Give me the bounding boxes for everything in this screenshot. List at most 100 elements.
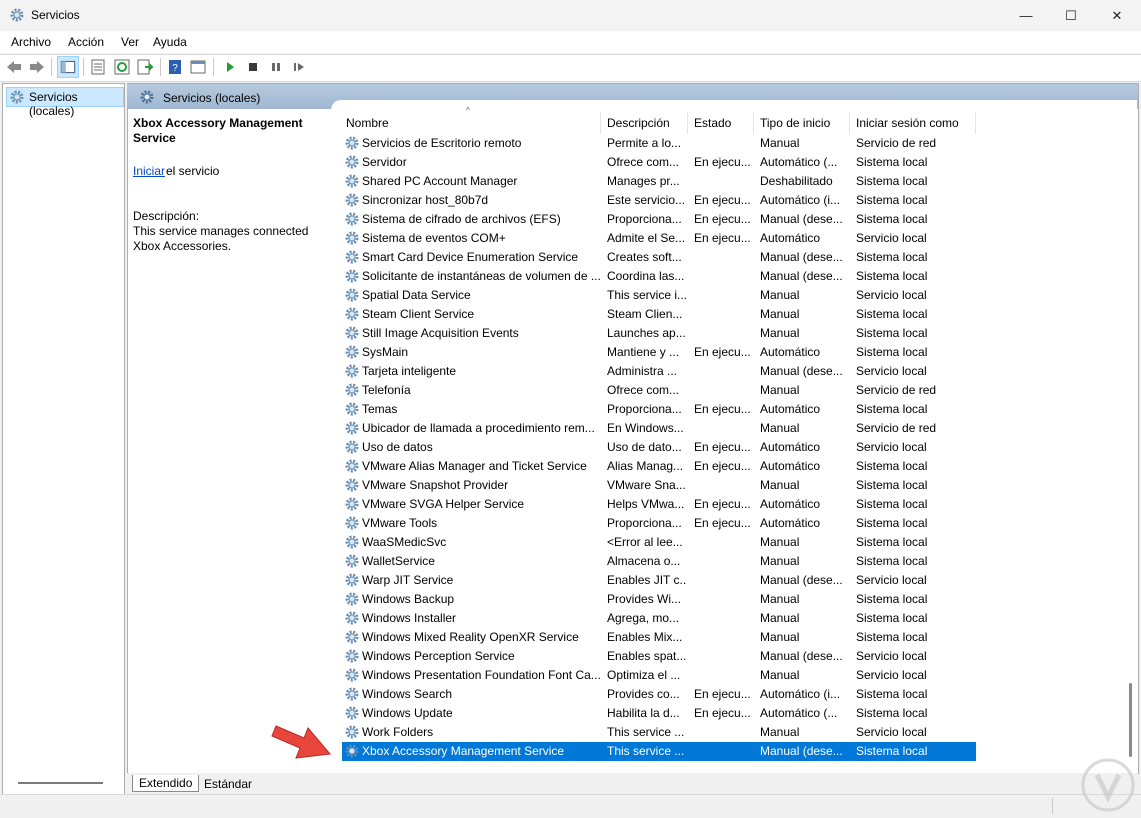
status-bar: [0, 794, 1141, 818]
gear-icon: [344, 572, 360, 588]
service-description: Optimiza el ...: [607, 668, 681, 682]
table-row[interactable]: Windows Backup Provides Wi... Manual Sistem…: [342, 590, 976, 609]
column-header-log-on-as[interactable]: Iniciar sesión como: [850, 112, 976, 134]
service-name: Steam Client Service: [362, 307, 475, 321]
red-pointer-arrow-icon: [271, 725, 331, 759]
service-startup-type: Manual: [760, 326, 800, 340]
table-row[interactable]: WalletService Almacena o... Manual Sistema …: [342, 552, 976, 571]
vertical-scrollbar-thumb[interactable]: [1129, 683, 1132, 757]
service-log-on-as: Sistema local: [856, 212, 928, 226]
table-row[interactable]: Telefonía Ofrece com... Manual Servicio de …: [342, 381, 976, 400]
console-window-icon[interactable]: [189, 58, 207, 76]
table-row[interactable]: Sincronizar host_80b7d Este servicio... En…: [342, 191, 976, 210]
table-row[interactable]: Windows Installer Agrega, mo... Manual Sist…: [342, 609, 976, 628]
service-log-on-as: Sistema local: [856, 459, 928, 473]
service-status: En ejecu...: [694, 687, 751, 701]
table-row[interactable]: VMware Snapshot Provider VMware Sna... Man…: [342, 476, 976, 495]
help-icon[interactable]: ?: [166, 58, 184, 76]
gear-icon: [344, 743, 360, 759]
close-button[interactable]: ✕: [1094, 0, 1140, 31]
menu-ayuda[interactable]: Ayuda: [153, 35, 187, 49]
forward-arrow-icon[interactable]: [28, 58, 46, 76]
refresh-icon[interactable]: [113, 58, 131, 76]
table-row[interactable]: VMware Tools Proporciona... En ejecu... Aut…: [342, 514, 976, 533]
properties-icon[interactable]: [89, 58, 107, 76]
table-row[interactable]: Windows Mixed Reality OpenXR Service Enab…: [342, 628, 976, 647]
status-bar-separator: [1052, 798, 1053, 814]
table-row[interactable]: Shared PC Account Manager Manages pr... De…: [342, 172, 976, 191]
service-log-on-as: Servicio local: [856, 725, 927, 739]
service-description: This service ...: [607, 725, 685, 739]
service-description: This service i...: [607, 288, 687, 302]
panel-title: Servicios (locales): [163, 91, 261, 105]
table-row[interactable]: SysMain Mantiene y ... En ejecu... Automáti…: [342, 343, 976, 362]
table-row[interactable]: Tarjeta inteligente Administra ... Manual …: [342, 362, 976, 381]
table-row[interactable]: Windows Search Provides co... En ejecu... A…: [342, 685, 976, 704]
view-tabs-bar: [127, 773, 1138, 793]
table-row[interactable]: Uso de datos Uso de dato... En ejecu... Aut…: [342, 438, 976, 457]
tab-standard[interactable]: Estándar: [198, 775, 258, 792]
service-name: VMware Tools: [362, 516, 438, 530]
table-row[interactable]: VMware Alias Manager and Ticket Service A…: [342, 457, 976, 476]
table-row[interactable]: Servidor Ofrece com... En ejecu... Automáti…: [342, 153, 976, 172]
gear-icon: [344, 135, 360, 151]
service-log-on-as: Sistema local: [856, 744, 928, 758]
column-header-name[interactable]: Nombre: [340, 112, 601, 134]
stop-service-icon[interactable]: [244, 58, 262, 76]
table-row[interactable]: Servicios de Escritorio remoto Permite a …: [342, 134, 976, 153]
column-header-startup-type[interactable]: Tipo de inicio: [754, 112, 850, 134]
table-row[interactable]: Sistema de eventos COM+ Admite el Se... En…: [342, 229, 976, 248]
table-row[interactable]: Warp JIT Service Enables JIT c... Manual (…: [342, 571, 976, 590]
gear-icon: [344, 648, 360, 664]
menu-accion[interactable]: Acción: [68, 35, 104, 49]
service-startup-type: Manual (dese...: [760, 744, 843, 758]
table-row[interactable]: Work Folders This service ... Manual Servic…: [342, 723, 976, 742]
maximize-button[interactable]: ☐: [1048, 0, 1094, 31]
tree-item-services-local[interactable]: Servicios (locales): [6, 87, 124, 118]
menu-ver[interactable]: Ver: [121, 35, 139, 49]
table-row[interactable]: Ubicador de llamada a procedimiento rem.…: [342, 419, 976, 438]
service-name: VMware Snapshot Provider: [362, 478, 509, 492]
vertical-scrollbar[interactable]: [1124, 100, 1137, 770]
start-service-link[interactable]: Iniciar: [133, 164, 165, 178]
service-startup-type: Manual: [760, 630, 800, 644]
start-service-text: el servicio: [166, 164, 220, 178]
service-log-on-as: Servicio local: [856, 288, 927, 302]
service-startup-type: Automático: [760, 345, 821, 359]
table-row[interactable]: Sistema de cifrado de archivos (EFS) Prop…: [342, 210, 976, 229]
service-log-on-as: Servicio local: [856, 231, 927, 245]
table-row[interactable]: Solicitante de instantáneas de volumen d…: [342, 267, 976, 286]
table-row[interactable]: Steam Client Service Steam Clien... Manual…: [342, 305, 976, 324]
start-service-icon[interactable]: [221, 58, 239, 76]
service-name: Xbox Accessory Management Service: [362, 744, 565, 758]
table-row[interactable]: Xbox Accessory Management Service This se…: [342, 742, 976, 761]
table-row[interactable]: VMware SVGA Helper Service Helps VMwa... E…: [342, 495, 976, 514]
tree-horizontal-scrollbar[interactable]: [18, 782, 103, 784]
column-header-description[interactable]: Descripción: [601, 112, 688, 134]
table-row[interactable]: Smart Card Device Enumeration Service Cre…: [342, 248, 976, 267]
table-row[interactable]: Windows Update Habilita la d... En ejecu..…: [342, 704, 976, 723]
back-arrow-icon[interactable]: [5, 58, 23, 76]
pause-service-icon[interactable]: [267, 58, 285, 76]
service-description: Helps VMwa...: [607, 497, 685, 511]
tab-extended[interactable]: Extendido: [132, 775, 200, 792]
table-row[interactable]: Still Image Acquisition Events Launches a…: [342, 324, 976, 343]
table-row[interactable]: Temas Proporciona... En ejecu... Automático…: [342, 400, 976, 419]
table-row[interactable]: Windows Presentation Foundation Font Ca.…: [342, 666, 976, 685]
service-name: SysMain: [362, 345, 409, 359]
export-list-icon[interactable]: [136, 58, 154, 76]
service-status: En ejecu...: [694, 516, 751, 530]
menu-archivo[interactable]: Archivo: [11, 35, 51, 49]
restart-service-icon[interactable]: [290, 58, 308, 76]
show-console-tree-icon[interactable]: [57, 56, 79, 78]
column-header-status[interactable]: Estado: [688, 112, 754, 134]
table-row[interactable]: WaaSMedicSvc <Error al lee... Manual Sistem…: [342, 533, 976, 552]
table-row[interactable]: Windows Perception Service Enables spat..…: [342, 647, 976, 666]
service-description: Agrega, mo...: [607, 611, 680, 625]
console-tree: Servicios (locales): [2, 83, 125, 795]
table-row[interactable]: Spatial Data Service This service i... Man…: [342, 286, 976, 305]
service-description: Uso de dato...: [607, 440, 682, 454]
minimize-button[interactable]: —: [1003, 0, 1049, 31]
service-description: Provides Wi...: [607, 592, 682, 606]
service-startup-type: Automático: [760, 440, 821, 454]
